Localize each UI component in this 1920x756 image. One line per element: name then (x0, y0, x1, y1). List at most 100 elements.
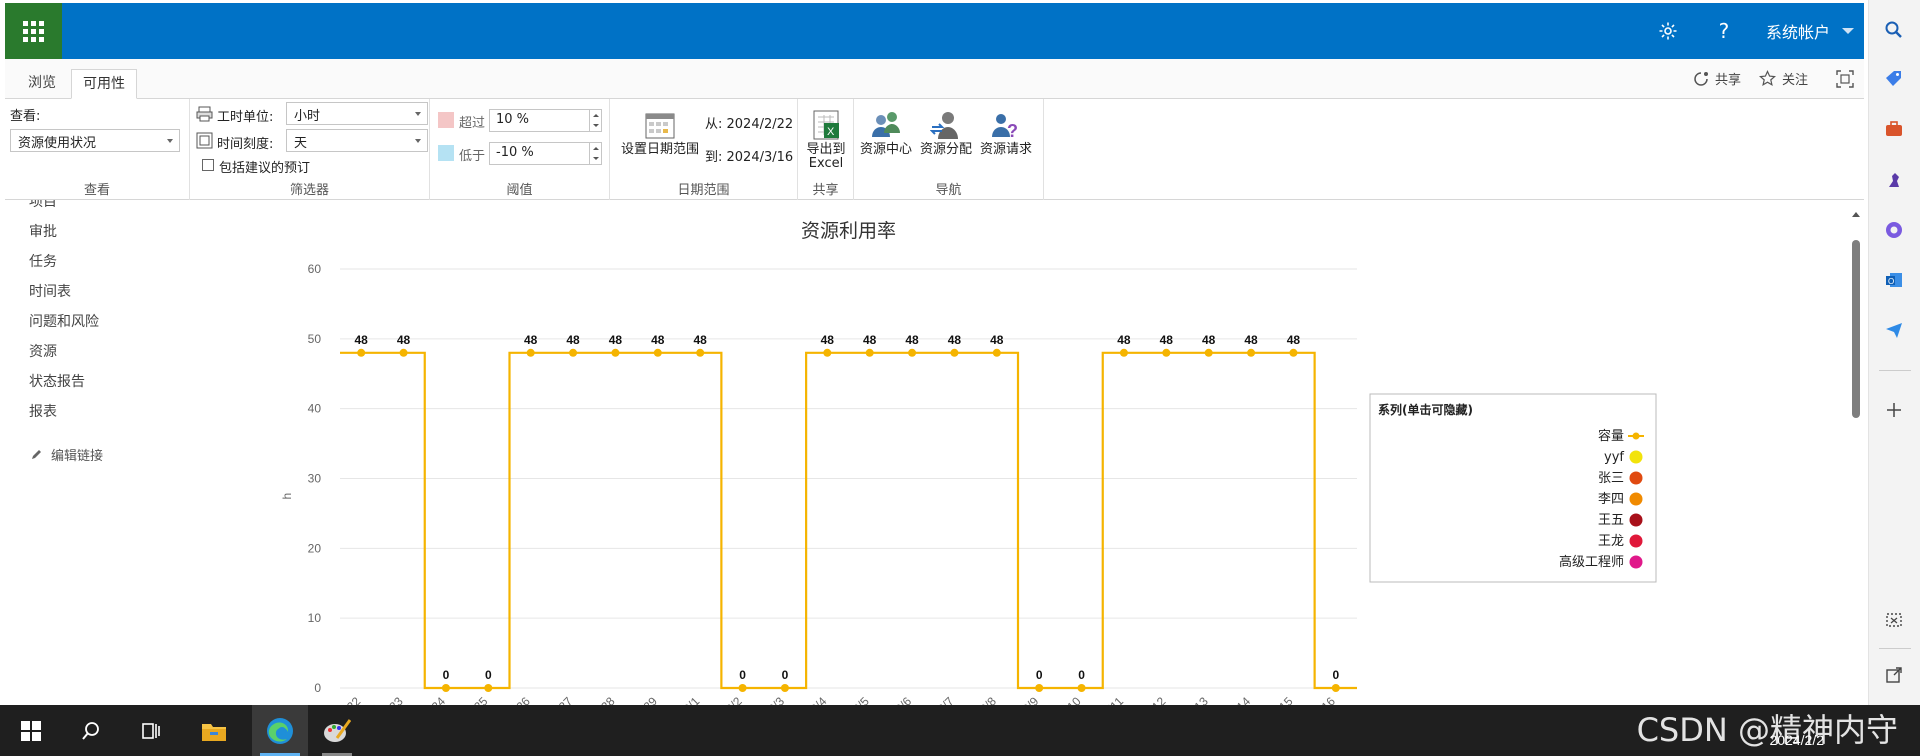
task-view-button[interactable] (128, 705, 174, 756)
open-external-icon[interactable] (1881, 662, 1907, 688)
data-point (908, 348, 917, 357)
taskbar-search-button[interactable] (68, 705, 114, 756)
under-spinner[interactable] (589, 143, 601, 164)
focus-button[interactable] (1836, 69, 1854, 88)
data-point (1162, 348, 1171, 357)
data-point (696, 348, 705, 357)
chart-title: 资源利用率 (801, 220, 896, 242)
send-icon[interactable] (1881, 317, 1907, 343)
x-tick-label: 2024/2/28 (570, 694, 618, 705)
edit-links-label: 编辑链接 (51, 449, 104, 464)
data-label: 48 (397, 333, 411, 347)
include-proposed-checkbox[interactable] (202, 159, 214, 171)
export-excel-button[interactable]: X 导出到 Excel (802, 109, 850, 171)
view-select[interactable]: 资源使用状况 (10, 129, 180, 152)
legend-marker (1632, 432, 1640, 440)
data-point (780, 684, 789, 692)
legend-marker (1629, 555, 1643, 569)
over-threshold-input[interactable]: 10 % (489, 109, 602, 132)
taskbar-date[interactable]: 2024/2/2 (1770, 732, 1825, 748)
data-point (738, 684, 747, 692)
data-point (1247, 348, 1256, 357)
under-label: 低于 (459, 149, 486, 164)
group-view: 查看: 资源使用状况 查看 (5, 99, 190, 200)
data-label: 48 (524, 333, 538, 347)
data-label: 48 (990, 333, 1004, 347)
legend-marker (1629, 450, 1643, 464)
sidebar-divider (1879, 648, 1911, 649)
data-label: 48 (694, 333, 708, 347)
nav-item-reports[interactable]: 报表 (29, 401, 57, 421)
x-tick-label: 2024/2/27 (528, 694, 576, 705)
chess-icon[interactable] (1881, 167, 1907, 193)
follow-button[interactable]: 关注 (1758, 69, 1808, 88)
account-menu[interactable]: 系统帐户 (1752, 3, 1864, 59)
vertical-scrollbar[interactable] (1848, 200, 1864, 705)
help-button[interactable]: ? (1696, 3, 1752, 59)
y-tick-label: 20 (308, 541, 322, 555)
resource-request-label: 资源请求 (979, 142, 1032, 157)
app-launcher-button[interactable] (5, 3, 62, 59)
data-point (611, 348, 620, 357)
nav-item-tasks[interactable]: 任务 (29, 251, 57, 271)
suite-bar: ? 系统帐户 (5, 3, 1864, 59)
nav-item-approvals[interactable]: 审批 (29, 221, 57, 241)
data-label: 0 (1078, 668, 1085, 682)
y-tick-label: 60 (308, 262, 322, 276)
share-button[interactable]: 共享 (1693, 69, 1741, 88)
set-date-range-label: 设置日期范围 (620, 142, 699, 157)
timescale-select[interactable]: 天 (286, 129, 428, 152)
paint-button[interactable] (314, 705, 360, 756)
set-date-range-button[interactable]: 设置日期范围 (618, 109, 702, 157)
x-tick-label: 2024/2/29 (612, 694, 660, 705)
nav-item-status-reports[interactable]: 状态报告 (29, 371, 85, 391)
under-threshold-input[interactable]: -10 % (489, 142, 602, 165)
legend-marker (1629, 471, 1643, 485)
tab-browse[interactable]: 浏览 (17, 69, 67, 99)
search-icon[interactable] (1881, 17, 1907, 43)
tab-availability[interactable]: 可用性 (71, 69, 137, 99)
nav-item-resources[interactable]: 资源 (29, 341, 57, 361)
over-spinner[interactable] (589, 110, 601, 131)
office-icon[interactable] (1881, 217, 1907, 243)
file-explorer-button[interactable] (191, 705, 237, 756)
scroll-thumb[interactable] (1852, 240, 1860, 418)
settings-button[interactable] (1640, 3, 1696, 59)
resource-request-icon: ? (992, 114, 1018, 141)
screenshot-icon[interactable] (1881, 607, 1907, 633)
nav-item-issues-risks[interactable]: 问题和风险 (29, 311, 99, 331)
data-point (526, 348, 535, 357)
group-date-range-label: 日期范围 (677, 183, 730, 198)
group-navigation-label: 导航 (935, 183, 962, 198)
svg-text:?: ? (1007, 121, 1018, 141)
plus-icon[interactable] (1881, 397, 1907, 423)
data-point (484, 684, 493, 692)
data-label: 48 (1244, 333, 1258, 347)
nav-item-timesheet[interactable]: 时间表 (29, 281, 71, 301)
x-tick-label: 2024/3/3 (744, 694, 787, 705)
utilization-chart: 资源利用率0102030405060h2024/2/222024/2/23202… (185, 200, 1850, 705)
group-share-label: 共享 (812, 183, 839, 198)
resource-assign-button[interactable]: 资源分配 (916, 109, 976, 157)
calendar-icon (645, 113, 675, 139)
legend-item-label: 高级工程师 (1559, 554, 1624, 570)
star-icon (1758, 70, 1776, 87)
follow-label: 关注 (1781, 73, 1808, 88)
edge-taskbar-button[interactable] (252, 705, 308, 756)
edit-links-button[interactable]: 编辑链接 (30, 445, 103, 464)
data-point (992, 348, 1001, 357)
scroll-up-arrow[interactable] (1852, 212, 1860, 217)
work-unit-select[interactable]: 小时 (286, 102, 428, 125)
tag-icon[interactable] (1881, 66, 1907, 92)
briefcase-icon[interactable] (1881, 116, 1907, 142)
timescale-label: 时间刻度: (217, 137, 274, 152)
resource-center-button[interactable]: 资源中心 (856, 109, 916, 157)
start-button[interactable] (8, 705, 54, 756)
resource-request-button[interactable]: ? 资源请求 (976, 109, 1036, 157)
svg-text:X: X (827, 126, 835, 138)
nav-item-projects[interactable]: 项目 (29, 200, 57, 211)
share-label: 共享 (1714, 73, 1741, 88)
data-point (441, 684, 450, 692)
outlook-icon[interactable]: O (1881, 267, 1907, 293)
x-tick-label: 2024/3/8 (956, 694, 999, 705)
